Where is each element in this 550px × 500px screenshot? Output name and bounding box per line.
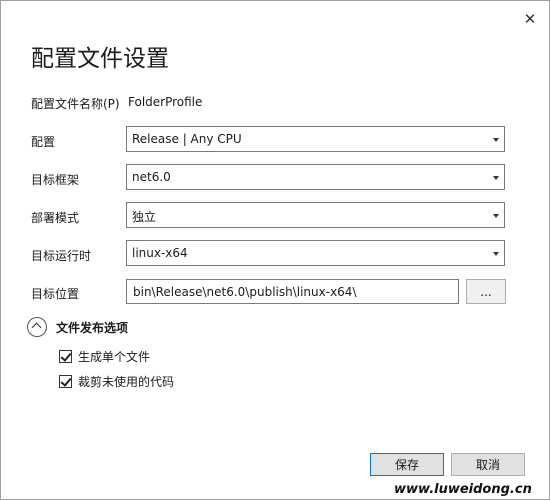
chevron-up-icon [31,322,42,333]
configuration-label: 配置 [31,135,56,149]
save-button[interactable]: 保存 [370,453,444,476]
target-runtime-dropdown[interactable]: linux-x64 [126,240,505,266]
chevron-down-icon [493,176,499,180]
configuration-dropdown[interactable]: Release | Any CPU [126,126,505,152]
checkmark-icon [60,374,72,387]
cancel-button[interactable]: 取消 [451,453,525,476]
deployment-mode-label: 部署模式 [31,211,80,225]
deployment-mode-dropdown[interactable]: 独立 [126,202,505,228]
trim-unused-checkbox[interactable] [59,374,72,388]
checkmark-icon [60,349,72,362]
collapse-section-button[interactable] [27,317,47,337]
deployment-mode-value: 独立 [132,210,157,224]
profile-name-label: 配置文件名称(P) [31,97,120,111]
dialog-title: 配置文件设置 [31,46,169,72]
profile-name-value: FolderProfile [128,95,203,109]
target-runtime-value: linux-x64 [132,246,188,260]
chevron-down-icon [493,138,499,142]
trim-unused-label: 裁剪未使用的代码 [78,374,175,389]
single-file-label: 生成单个文件 [78,349,151,364]
configuration-value: Release | Any CPU [132,132,242,146]
browse-button[interactable]: ... [466,279,506,304]
watermark: www.luweidong.cn [394,482,532,497]
single-file-checkbox[interactable] [59,349,72,363]
chevron-down-icon [493,252,499,256]
target-location-input[interactable] [126,279,459,304]
target-framework-label: 目标框架 [31,173,80,187]
chevron-down-icon [493,214,499,218]
publish-options-title: 文件发布选项 [56,321,129,335]
target-location-label: 目标位置 [31,287,80,301]
target-framework-dropdown[interactable]: net6.0 [126,164,505,190]
single-file-option[interactable]: 生成单个文件 [59,348,150,364]
close-icon: ✕ [523,10,537,28]
trim-unused-option[interactable]: 裁剪未使用的代码 [59,373,174,389]
profile-settings-dialog: ✕ 配置文件设置 配置文件名称(P) FolderProfile 配置 Rele… [0,0,550,500]
close-button[interactable]: ✕ [518,7,542,31]
target-runtime-label: 目标运行时 [31,249,92,263]
target-framework-value: net6.0 [132,170,171,184]
